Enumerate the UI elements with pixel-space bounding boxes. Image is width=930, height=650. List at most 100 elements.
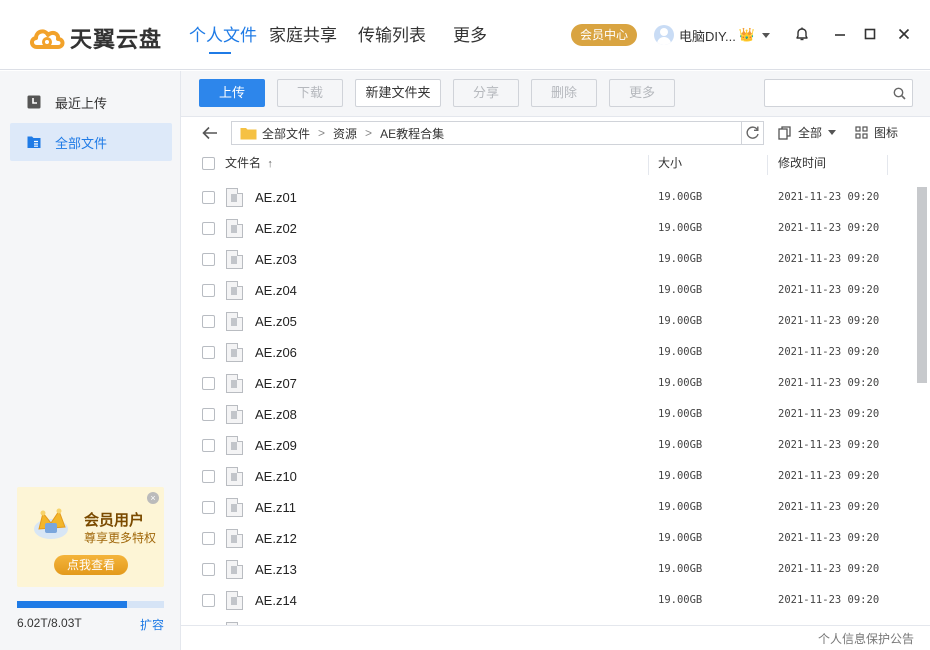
table-row[interactable]: AE.z05 19.00GB 2021-11-23 09:20	[181, 306, 917, 337]
row-checkbox[interactable]	[202, 346, 215, 359]
view-mode-toggle[interactable]: 图标	[855, 124, 898, 141]
filter-dropdown[interactable]: 全部	[778, 124, 837, 141]
tab-more[interactable]: 更多	[453, 0, 513, 70]
cloud-logo-icon	[30, 29, 65, 49]
bell-icon[interactable]	[794, 26, 810, 42]
vip-promo-card[interactable]: × 会员用户 尊享更多特权 点我查看	[17, 487, 164, 587]
row-checkbox[interactable]	[202, 439, 215, 452]
file-modified-time: 2021-11-23 09:20	[778, 284, 880, 296]
table-row[interactable]: AE.z06 19.00GB 2021-11-23 09:20	[181, 337, 917, 368]
file-modified-time: 2021-11-23 09:20	[778, 315, 880, 327]
avatar	[654, 25, 674, 45]
vip-view-button[interactable]: 点我查看	[54, 555, 128, 575]
row-checkbox[interactable]	[202, 408, 215, 421]
table-row[interactable]: AE.z10 19.00GB 2021-11-23 09:20	[181, 461, 917, 492]
file-size: 19.00GB	[658, 501, 703, 513]
file-icon	[226, 529, 243, 548]
row-checkbox[interactable]	[202, 594, 215, 607]
new-folder-button[interactable]: 新建文件夹	[355, 79, 441, 107]
file-modified-time: 2021-11-23 09:20	[778, 377, 880, 389]
tab-personal-files[interactable]: 个人文件	[189, 0, 269, 70]
sidebar-item-all-files[interactable]: 全部文件	[10, 123, 172, 161]
file-modified-time: 2021-11-23 09:20	[778, 408, 880, 420]
file-icon	[226, 219, 243, 238]
vip-center-button[interactable]: 会员中心	[571, 24, 637, 46]
column-divider[interactable]	[887, 155, 888, 175]
scrollbar-thumb[interactable]	[917, 187, 927, 383]
more-button[interactable]: 更多	[609, 79, 675, 107]
table-row[interactable]: AE.z01 19.00GB 2021-11-23 09:20	[181, 182, 917, 213]
file-icon	[226, 250, 243, 269]
top-bar: 天翼云盘 个人文件 家庭共享 传输列表 更多 会员中心 电脑DIY... 👑	[0, 0, 930, 70]
file-size: 19.00GB	[658, 563, 703, 575]
row-checkbox[interactable]	[202, 191, 215, 204]
maximize-icon[interactable]	[862, 26, 878, 42]
tab-label: 家庭共享	[269, 26, 337, 45]
row-checkbox[interactable]	[202, 222, 215, 235]
select-all-checkbox[interactable]	[202, 157, 215, 170]
file-name: AE.z10	[255, 469, 297, 484]
table-row[interactable]: AE.z04 19.00GB 2021-11-23 09:20	[181, 275, 917, 306]
column-header-size[interactable]: 大小	[658, 149, 682, 179]
vip-crown-badge-icon	[34, 508, 68, 539]
search-input[interactable]	[771, 80, 891, 106]
refresh-button[interactable]	[741, 122, 763, 144]
search-box[interactable]	[764, 79, 913, 107]
app-name: 天翼云盘	[70, 27, 163, 52]
privacy-notice-link[interactable]: 个人信息保护公告	[818, 630, 914, 647]
column-header-label: 文件名	[225, 156, 262, 170]
download-button[interactable]: 下载	[277, 79, 343, 107]
tab-transfer-list[interactable]: 传输列表	[358, 0, 453, 70]
row-checkbox[interactable]	[202, 253, 215, 266]
app-logo[interactable]: 天翼云盘	[28, 22, 162, 54]
close-icon[interactable]: ×	[147, 492, 159, 504]
row-checkbox[interactable]	[202, 377, 215, 390]
breadcrumb-item-current[interactable]: AE教程合集	[380, 125, 444, 142]
column-header-name[interactable]: 文件名 ↑	[225, 149, 273, 179]
table-row[interactable]: AE.z12 19.00GB 2021-11-23 09:20	[181, 523, 917, 554]
file-size: 19.00GB	[658, 191, 703, 203]
minimize-icon[interactable]	[832, 26, 848, 42]
upload-button[interactable]: 上传	[199, 79, 265, 107]
column-header-modified[interactable]: 修改时间	[778, 149, 826, 179]
file-icon	[226, 374, 243, 393]
table-row[interactable]: AE.z14 19.00GB 2021-11-23 09:20	[181, 585, 917, 616]
file-modified-time: 2021-11-23 09:20	[778, 222, 880, 234]
table-row[interactable]: AE.z02 19.00GB 2021-11-23 09:20	[181, 213, 917, 244]
row-checkbox[interactable]	[202, 470, 215, 483]
file-name: AE.z12	[255, 531, 297, 546]
breadcrumb-item-resources[interactable]: 资源	[333, 125, 357, 142]
path-bar: 全部文件 > 资源 > AE教程合集 全部 图标	[181, 117, 930, 149]
user-menu[interactable]: 电脑DIY... 👑	[654, 24, 771, 46]
back-arrow-icon[interactable]	[202, 126, 218, 140]
table-row[interactable]: AE.z13 19.00GB 2021-11-23 09:20	[181, 554, 917, 585]
column-divider[interactable]	[767, 155, 768, 175]
search-icon[interactable]	[893, 87, 906, 100]
row-checkbox[interactable]	[202, 563, 215, 576]
storage-progress-fill	[17, 601, 128, 608]
file-size: 19.00GB	[658, 284, 703, 296]
expand-storage-link[interactable]: 扩容	[140, 616, 164, 633]
file-modified-time: 2021-11-23 09:20	[778, 253, 880, 265]
refresh-icon	[746, 126, 759, 139]
table-row[interactable]: AE.z11 19.00GB 2021-11-23 09:20	[181, 492, 917, 523]
file-modified-time: 2021-11-23 09:20	[778, 594, 880, 606]
row-checkbox[interactable]	[202, 532, 215, 545]
table-row[interactable]: AE.z07 19.00GB 2021-11-23 09:20	[181, 368, 917, 399]
delete-button[interactable]: 删除	[531, 79, 597, 107]
file-size: 19.00GB	[658, 532, 703, 544]
share-button[interactable]: 分享	[453, 79, 519, 107]
table-row[interactable]: AE.z08 19.00GB 2021-11-23 09:20	[181, 399, 917, 430]
clock-icon	[27, 95, 41, 109]
table-row[interactable]: AE.z09 19.00GB 2021-11-23 09:20	[181, 430, 917, 461]
tab-family-share[interactable]: 家庭共享	[269, 0, 358, 70]
row-checkbox[interactable]	[202, 315, 215, 328]
row-checkbox[interactable]	[202, 501, 215, 514]
column-divider[interactable]	[648, 155, 649, 175]
tab-label: 个人文件	[189, 26, 257, 45]
sidebar-item-recent-uploads[interactable]: 最近上传	[10, 83, 172, 121]
table-row[interactable]: AE.z03 19.00GB 2021-11-23 09:20	[181, 244, 917, 275]
breadcrumb-item-all-files[interactable]: 全部文件	[262, 125, 310, 142]
close-icon[interactable]	[896, 26, 912, 42]
row-checkbox[interactable]	[202, 284, 215, 297]
